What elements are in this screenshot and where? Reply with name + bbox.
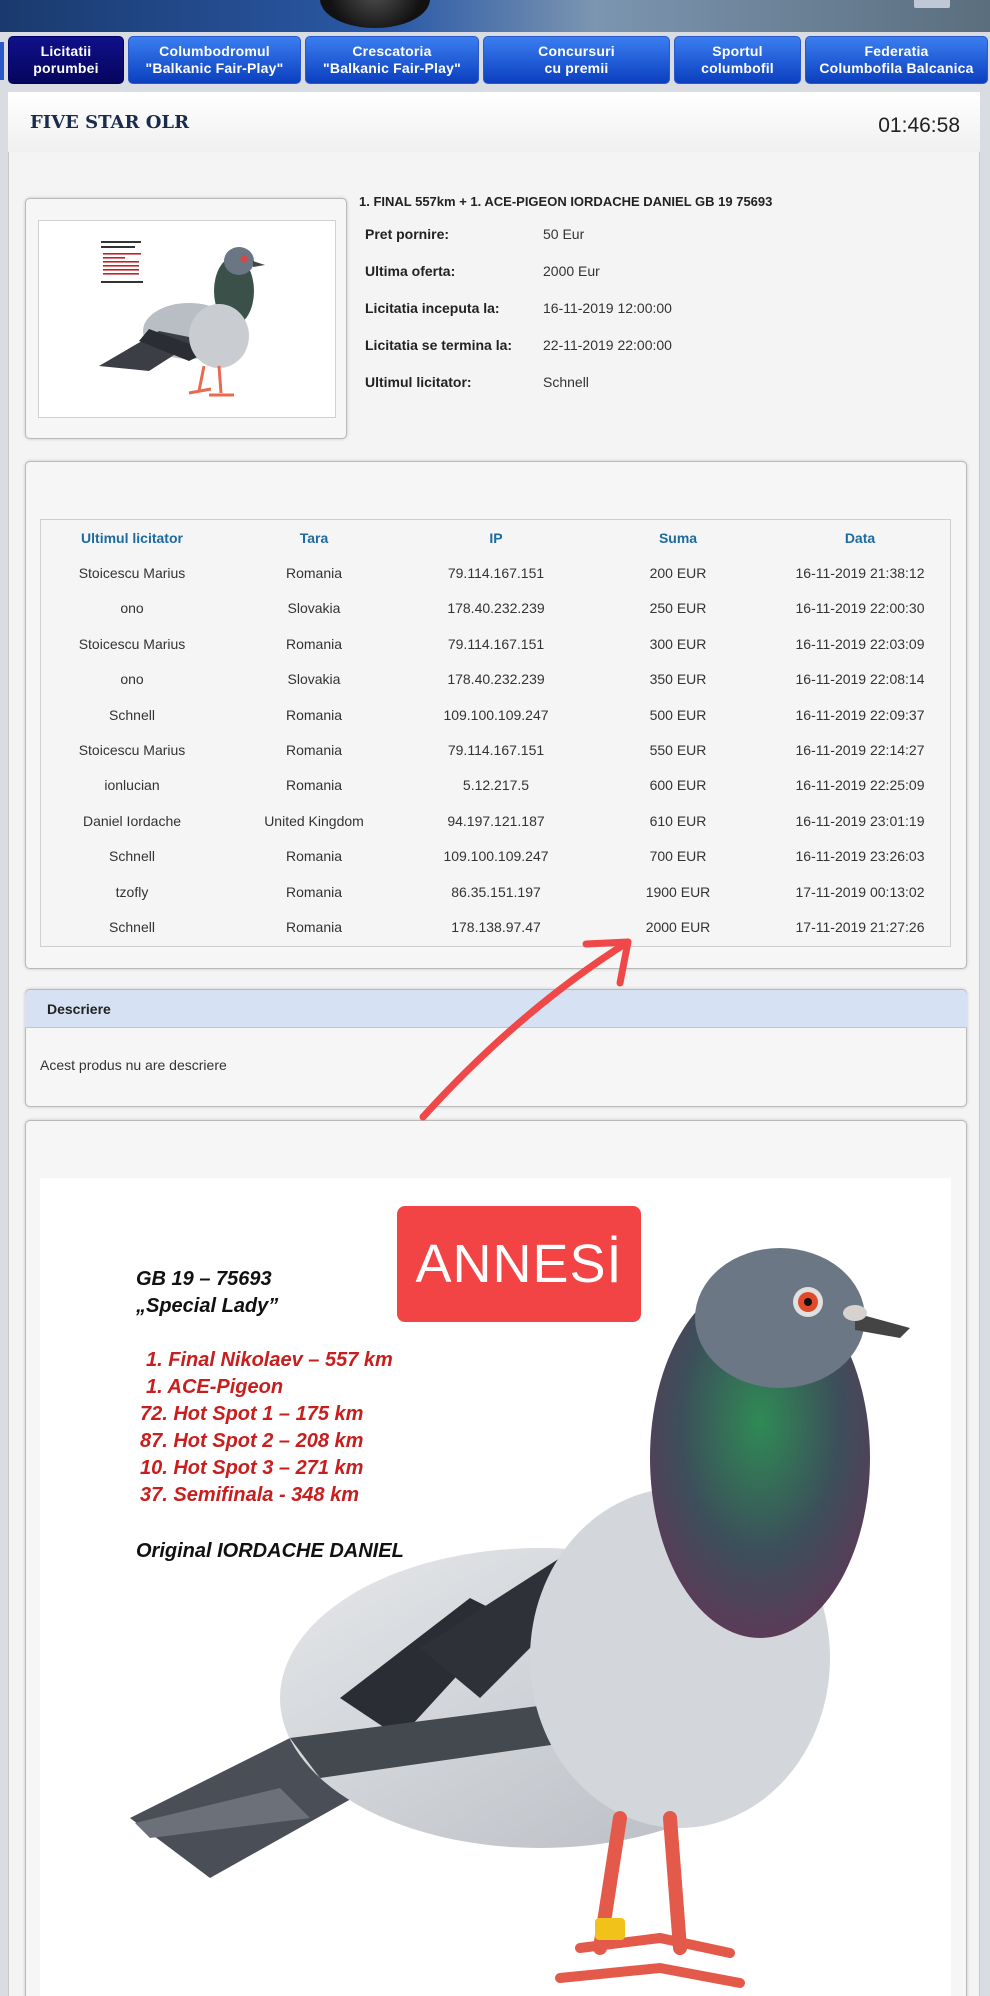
annotation-arrow-icon [419, 938, 632, 1121]
